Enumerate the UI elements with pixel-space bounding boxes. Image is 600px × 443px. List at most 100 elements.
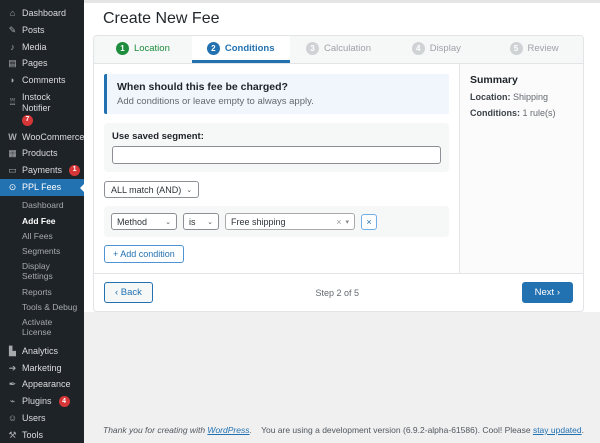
sidebar-item-tools[interactable]: ⚒ Tools [0, 427, 84, 443]
condition-operator-select[interactable]: is ⌄ [183, 213, 219, 230]
sidebar-item-appearance[interactable]: ✒ Appearance [0, 376, 84, 393]
instock-notifier-badge: 7 [22, 115, 33, 126]
step-number-badge: 2 [207, 42, 220, 55]
add-condition-button[interactable]: + Add condition [104, 245, 184, 263]
step-label: Review [528, 43, 559, 54]
wordpress-link[interactable]: WordPress [207, 425, 249, 435]
woocommerce-icon: W [7, 132, 18, 143]
main-content: Create New Fee 1 Location 2 Conditions 3… [84, 0, 600, 443]
sidebar-item-instock-notifier[interactable]: ♖ Instock Notifier 7 [0, 89, 84, 129]
sidebar-item-marketing[interactable]: ➔ Marketing [0, 360, 84, 377]
plugins-badge: 4 [59, 396, 70, 407]
sidebar-item-label: Media [22, 42, 47, 53]
sidebar-item-label: PPL Fees [22, 182, 61, 193]
posts-icon: ✎ [7, 25, 18, 36]
products-icon: ▦ [7, 148, 18, 159]
info-subtitle: Add conditions or leave empty to always … [117, 96, 439, 107]
summary-location-label: Location: [470, 92, 511, 102]
page-title: Create New Fee [103, 10, 600, 28]
sidebar-item-payments[interactable]: ▭ Payments 1 [0, 162, 84, 179]
info-title: When should this fee be charged? [117, 81, 439, 93]
submenu-item-activate-license[interactable]: Activate License [0, 314, 84, 339]
caret-down-icon: ▾ [345, 218, 349, 226]
condition-value-select[interactable]: Free shipping × ▾ [225, 213, 355, 230]
match-mode-value: ALL match (AND) [111, 185, 181, 195]
step-conditions[interactable]: 2 Conditions [192, 36, 290, 63]
step-number-badge: 3 [306, 42, 319, 55]
top-strip [84, 0, 600, 3]
match-mode-select[interactable]: ALL match (AND) ⌄ [104, 181, 199, 198]
sidebar-item-dashboard[interactable]: ⌂ Dashboard [0, 5, 84, 22]
step-location[interactable]: 1 Location [94, 36, 192, 63]
condition-field-value: Method [117, 217, 147, 227]
comments-icon: ◗ [7, 75, 18, 86]
submenu-item-dashboard[interactable]: Dashboard [0, 198, 84, 213]
instock-notifier-icon: ♖ [7, 97, 18, 108]
payments-badge: 1 [69, 165, 80, 176]
sidebar-item-label: Appearance [22, 379, 71, 390]
step-label: Conditions [225, 43, 275, 54]
sidebar-item-label: Users [22, 413, 46, 424]
submenu-item-display-settings[interactable]: Display Settings [0, 259, 84, 284]
ppl-fees-submenu: Dashboard Add Fee All Fees Segments Disp… [0, 196, 84, 343]
footer-thanks-text: Thank you for creating with WordPress. [103, 425, 252, 435]
sidebar-item-plugins[interactable]: ⌁ Plugins 4 [0, 393, 84, 410]
conditions-pane: When should this fee be charged? Add con… [94, 64, 459, 273]
submenu-item-tools-debug[interactable]: Tools & Debug [0, 299, 84, 314]
sidebar-item-comments[interactable]: ◗ Comments [0, 72, 84, 89]
step-review[interactable]: 5 Review [485, 36, 583, 63]
analytics-icon: ▙ [7, 346, 18, 357]
sidebar-item-label: Products [22, 148, 58, 159]
sidebar-item-label: Marketing [22, 363, 62, 374]
media-icon: ♪ [7, 42, 18, 53]
summary-conditions-row: Conditions: 1 rule(s) [470, 108, 573, 118]
step-label: Location [134, 43, 170, 54]
step-indicator: Step 2 of 5 [316, 288, 360, 298]
stay-updated-link[interactable]: stay updated [533, 425, 582, 435]
marketing-icon: ➔ [7, 363, 18, 374]
condition-field-select[interactable]: Method ⌄ [111, 213, 177, 230]
sidebar-item-users[interactable]: ☺ Users [0, 410, 84, 427]
submenu-item-add-fee[interactable]: Add Fee [0, 213, 84, 228]
saved-segment-label: Use saved segment: [112, 131, 441, 142]
submenu-item-reports[interactable]: Reports [0, 284, 84, 299]
saved-segment-section: Use saved segment: [104, 123, 449, 172]
ppl-fees-icon: ⊙ [7, 182, 18, 193]
payments-icon: ▭ [7, 165, 18, 176]
sidebar-item-label: Plugins [22, 396, 52, 407]
remove-condition-button[interactable]: × [361, 214, 377, 230]
clear-selection-icon[interactable]: × [336, 217, 341, 227]
sidebar-item-label: Tools [22, 430, 43, 441]
step-number-badge: 1 [116, 42, 129, 55]
sidebar-item-media[interactable]: ♪ Media [0, 39, 84, 56]
next-button[interactable]: Next › [522, 282, 573, 303]
admin-sidebar: ⌂ Dashboard ✎ Posts ♪ Media ▤ Pages ◗ Co… [0, 0, 84, 443]
content-background: Thank you for creating with WordPress. Y… [84, 312, 600, 443]
wizard-footer: ‹ Back Step 2 of 5 Next › [94, 273, 583, 311]
summary-panel: Summary Location: Shipping Conditions: 1… [459, 64, 583, 273]
submenu-item-all-fees[interactable]: All Fees [0, 228, 84, 243]
sidebar-item-analytics[interactable]: ▙ Analytics [0, 343, 84, 360]
version-suffix: . [582, 425, 584, 435]
submenu-item-segments[interactable]: Segments [0, 244, 84, 259]
info-notice: When should this fee be charged? Add con… [104, 74, 449, 114]
sidebar-item-label: Pages [22, 58, 48, 69]
wizard-stepper: 1 Location 2 Conditions 3 Calculation 4 … [94, 36, 583, 64]
sidebar-item-ppl-fees[interactable]: ⊙ PPL Fees [0, 179, 84, 196]
back-button[interactable]: ‹ Back [104, 282, 153, 303]
condition-operator-value: is [189, 217, 196, 227]
step-calculation[interactable]: 3 Calculation [290, 36, 388, 63]
sidebar-item-label: Instock Notifier [22, 92, 77, 114]
saved-segment-input[interactable] [112, 146, 441, 164]
sidebar-item-label: Dashboard [22, 8, 66, 19]
sidebar-item-woocommerce[interactable]: W WooCommerce [0, 129, 84, 146]
plugins-icon: ⌁ [7, 396, 18, 407]
sidebar-item-pages[interactable]: ▤ Pages [0, 55, 84, 72]
condition-row: Method ⌄ is ⌄ Free shipping × ▾ [104, 206, 449, 237]
sidebar-item-posts[interactable]: ✎ Posts [0, 22, 84, 39]
sidebar-item-products[interactable]: ▦ Products [0, 145, 84, 162]
step-display[interactable]: 4 Display [387, 36, 485, 63]
step-number-badge: 5 [510, 42, 523, 55]
sidebar-item-label: WooCommerce [22, 132, 84, 143]
thanks-suffix: . [249, 425, 251, 435]
